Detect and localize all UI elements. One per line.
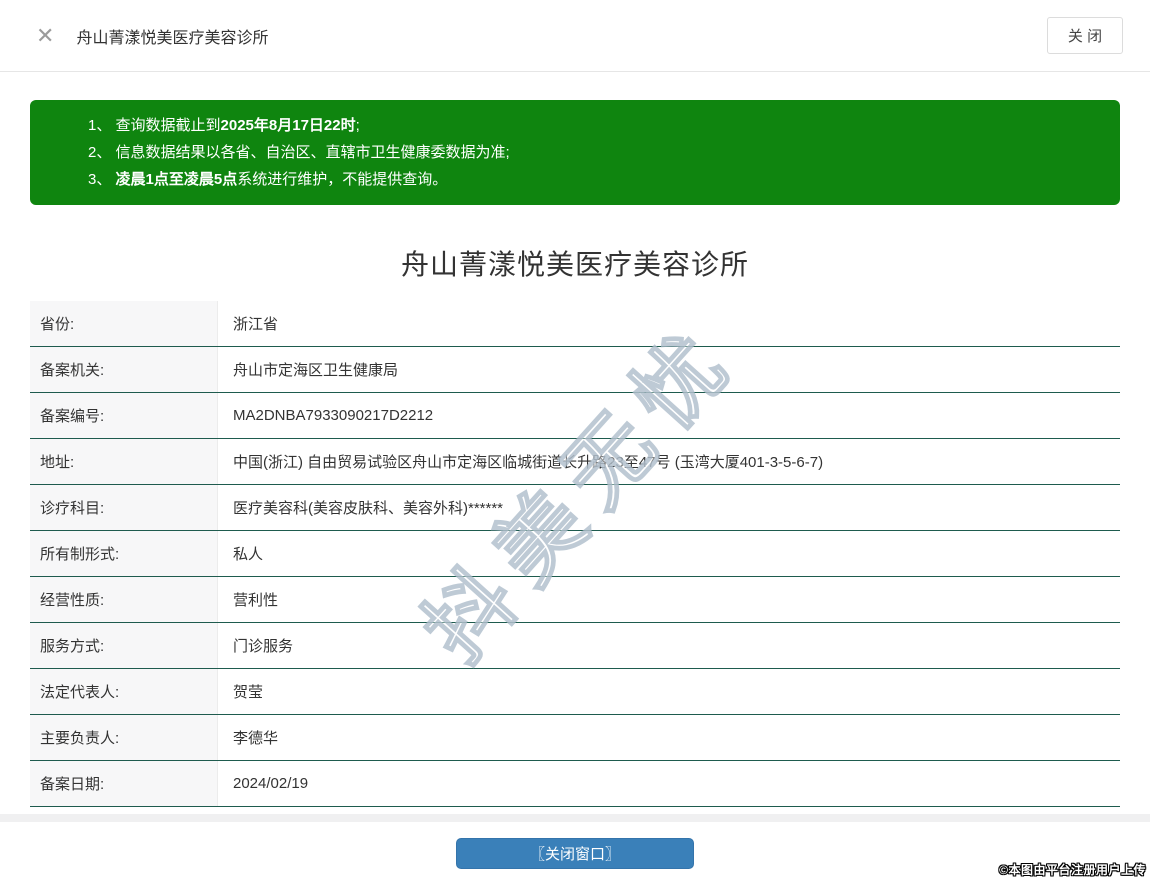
row-value: 舟山市定海区卫生健康局: [233, 362, 399, 379]
record-card: 1、 查询数据截止到2025年8月17日22时; 2、 信息数据结果以各省、自治…: [0, 72, 1150, 814]
header-close-button[interactable]: 关 闭: [1047, 17, 1123, 54]
row-value: 营利性: [233, 592, 279, 609]
table-row: 所有制形式: 私人: [30, 531, 1120, 577]
notice-box: 1、 查询数据截止到2025年8月17日22时; 2、 信息数据结果以各省、自治…: [30, 100, 1120, 205]
notice-item-bold-text: 凌晨1点至凌晨5点: [115, 171, 238, 188]
notice-item: 2、 信息数据结果以各省、自治区、直辖市卫生健康委数据为准;: [88, 139, 1100, 166]
row-label: 备案编号:: [30, 393, 218, 438]
notice-item-text: 系统进行维护，不能提供查询。: [237, 171, 448, 188]
table-row: 诊疗科目: 医疗美容科(美容皮肤科、美容外科)******: [30, 485, 1120, 531]
row-label: 诊疗科目:: [30, 485, 218, 530]
table-row: 主要负责人: 李德华: [30, 715, 1120, 761]
notice-item-text: 3、: [88, 171, 116, 188]
row-value: 私人: [233, 546, 264, 563]
table-row: 经营性质: 营利性: [30, 577, 1120, 623]
notice-item-text: 1、 查询数据截止到: [88, 117, 221, 134]
row-label: 主要负责人:: [30, 715, 218, 760]
notice-item-text: 2、 信息数据结果以各省、自治区、直辖市卫生健康委数据为准;: [88, 144, 510, 161]
row-label: 法定代表人:: [30, 669, 218, 714]
notice-item: 3、 凌晨1点至凌晨5点系统进行维护，不能提供查询。: [88, 166, 1100, 193]
table-row: 法定代表人: 贺莹: [30, 669, 1120, 715]
table-row: 省份: 浙江省: [30, 301, 1120, 347]
row-label: 所有制形式:: [30, 531, 218, 576]
row-value: MA2DNBA7933090217D2212: [233, 407, 434, 424]
row-value: 门诊服务: [233, 638, 294, 655]
window-title: 舟山菁漾悦美医疗美容诊所: [76, 29, 269, 47]
row-label: 经营性质:: [30, 577, 218, 622]
footer-bar: 〖关闭窗口〗: [0, 822, 1150, 883]
row-value: 贺莹: [233, 684, 264, 701]
table-row: 备案编号: MA2DNBA7933090217D2212: [30, 393, 1120, 439]
notice-item-bold-text: 2025年8月17日22时: [220, 117, 356, 134]
detail-table: 省份: 浙江省 备案机关: 舟山市定海区卫生健康局 备案编号: MA2DNBA7…: [30, 301, 1120, 807]
row-value: 医疗美容科(美容皮肤科、美容外科)******: [233, 500, 504, 517]
facility-title: 舟山菁漾悦美医疗美容诊所: [400, 249, 749, 280]
copyright-note: ©本图由平台注册用户上传: [999, 863, 1146, 877]
row-label: 地址:: [30, 439, 218, 484]
row-value: 浙江省: [233, 316, 279, 333]
row-value: 2024/02/19: [233, 775, 309, 792]
notice-item: 1、 查询数据截止到2025年8月17日22时;: [88, 112, 1100, 139]
row-label: 备案日期:: [30, 761, 218, 806]
row-label: 省份:: [30, 301, 218, 346]
table-row: 备案日期: 2024/02/19: [30, 761, 1120, 807]
table-row: 备案机关: 舟山市定海区卫生健康局: [30, 347, 1120, 393]
row-value: 李德华: [233, 730, 279, 747]
row-label: 服务方式:: [30, 623, 218, 668]
table-row: 服务方式: 门诊服务: [30, 623, 1120, 669]
window-header: ✕ 舟山菁漾悦美医疗美容诊所 关 闭: [0, 0, 1150, 72]
notice-item-text: ;: [355, 117, 360, 134]
close-x-icon[interactable]: ✕: [36, 24, 54, 47]
table-row: 地址: 中国(浙江) 自由贸易试验区舟山市定海区临城街道长升路23至47号 (玉…: [30, 439, 1120, 485]
row-label: 备案机关:: [30, 347, 218, 392]
close-window-button[interactable]: 〖关闭窗口〗: [456, 838, 694, 869]
row-value: 中国(浙江) 自由贸易试验区舟山市定海区临城街道长升路23至47号 (玉湾大厦4…: [233, 454, 824, 471]
